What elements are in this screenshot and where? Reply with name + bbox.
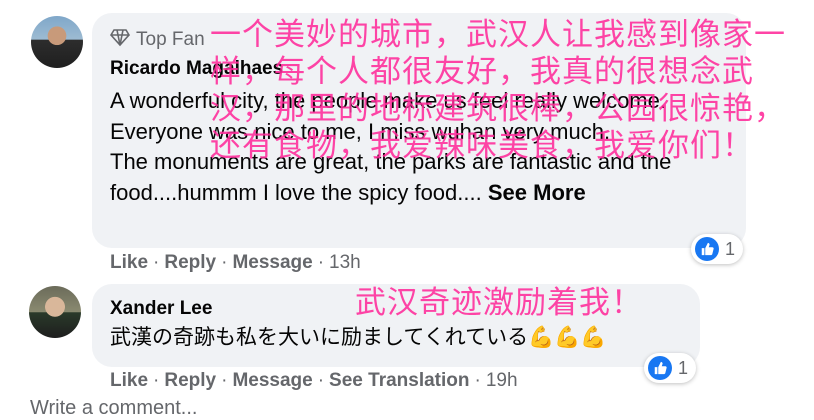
separator: ·: [317, 370, 325, 391]
reply-link[interactable]: Reply: [164, 252, 216, 273]
reaction-number: 1: [678, 357, 689, 378]
separator: ·: [317, 252, 325, 273]
reaction-count[interactable]: 1: [644, 353, 697, 383]
timestamp[interactable]: 19h: [486, 370, 518, 391]
top-fan-badge[interactable]: Top Fan: [110, 27, 205, 53]
chinese-caption-overlay: 武汉奇迹激励着我！: [355, 285, 643, 322]
caption-line: 武汉奇迹激励着我！: [355, 285, 643, 321]
separator: ·: [221, 252, 228, 273]
comment-actions: Like · Reply · Message · 13h: [110, 252, 361, 274]
message-link[interactable]: Message: [232, 370, 312, 391]
reaction-number: 1: [725, 238, 736, 259]
timestamp[interactable]: 13h: [329, 252, 361, 273]
caption-line: 样，每个人都很友好，我真的很想念武: [210, 54, 754, 90]
separator: ·: [153, 252, 160, 273]
comment-actions: Like · Reply · Message · See Translation · 19h: [110, 370, 518, 392]
like-icon: [648, 356, 672, 380]
comment-text: 武漢の奇跡も私を大いに励ましてくれている💪💪💪: [110, 326, 607, 349]
separator: ·: [221, 370, 228, 391]
caption-line: 一个美妙的城市，武汉人让我感到像家一: [210, 17, 786, 53]
caption-line: 汉，那里的地标建筑很棒，公园很惊艳，: [210, 91, 786, 127]
write-comment-input[interactable]: Write a comment...: [30, 397, 197, 420]
avatar[interactable]: [31, 16, 83, 68]
badge-label: Top Fan: [136, 29, 205, 50]
avatar[interactable]: [29, 286, 81, 338]
like-icon: [695, 237, 719, 261]
separator: ·: [153, 370, 160, 391]
caption-line: 还有食物，我爱辣味美食，我爱你们！: [210, 128, 754, 164]
chinese-caption-overlay: 一个美妙的城市，武汉人让我感到像家一 样，每个人都很友好，我真的很想念武 汉，那…: [210, 17, 786, 165]
message-link[interactable]: Message: [232, 252, 312, 273]
reply-link[interactable]: Reply: [164, 370, 216, 391]
like-link[interactable]: Like: [110, 370, 148, 391]
see-translation-link[interactable]: See Translation: [329, 370, 469, 391]
diamond-icon: [110, 27, 130, 53]
reaction-count[interactable]: 1: [691, 234, 744, 264]
see-more-link[interactable]: See More: [488, 180, 586, 205]
separator: ·: [474, 370, 481, 391]
like-link[interactable]: Like: [110, 252, 148, 273]
comment-author[interactable]: Xander Lee: [110, 298, 212, 320]
